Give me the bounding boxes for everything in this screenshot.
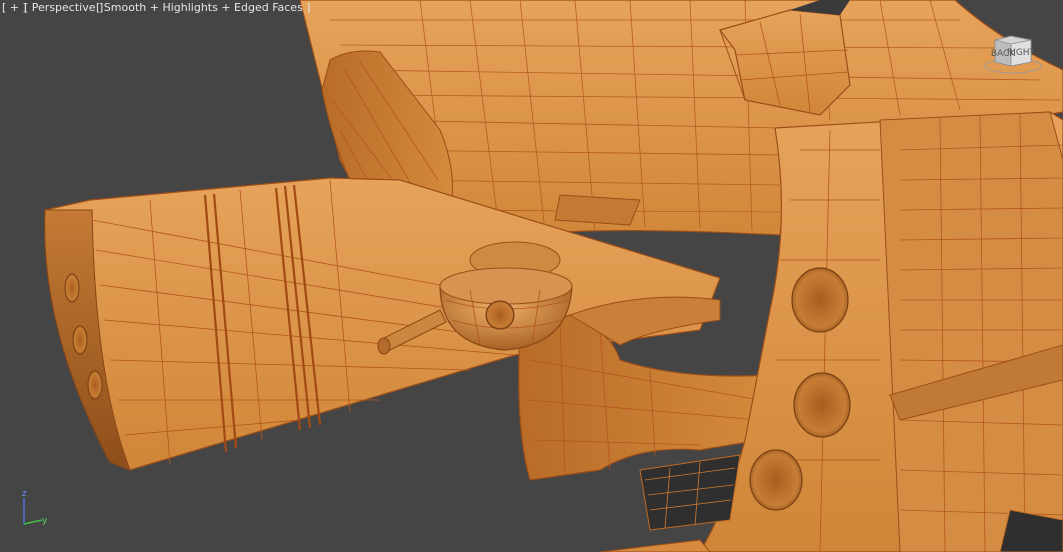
panel-hole-1 bbox=[791, 267, 849, 333]
viewcube-face-right[interactable]: RIGHT bbox=[1007, 48, 1036, 58]
view-label[interactable]: [ Perspective ] bbox=[24, 1, 103, 14]
perspective-viewport[interactable]: [ + ] [ Perspective ] [ Smooth + Highlig… bbox=[0, 0, 1063, 552]
y-axis-line bbox=[23, 519, 43, 525]
panel-hole-2 bbox=[793, 372, 851, 438]
z-axis-label: z bbox=[22, 489, 27, 499]
panel-hole-3 bbox=[749, 449, 803, 511]
shading-mode-label[interactable]: [ Smooth + Highlights + Edged Faces ] bbox=[96, 1, 311, 14]
viewcube[interactable]: BACK RIGHT bbox=[981, 28, 1045, 76]
joint-socket-icon bbox=[485, 300, 515, 330]
axis-tripod: z y bbox=[22, 489, 48, 526]
y-axis-label: y bbox=[42, 516, 48, 526]
model-scene[interactable] bbox=[0, 0, 1063, 552]
rail-hole-3 bbox=[87, 370, 103, 400]
rail-hole-2 bbox=[72, 325, 88, 355]
rail-hole-1 bbox=[64, 273, 80, 303]
